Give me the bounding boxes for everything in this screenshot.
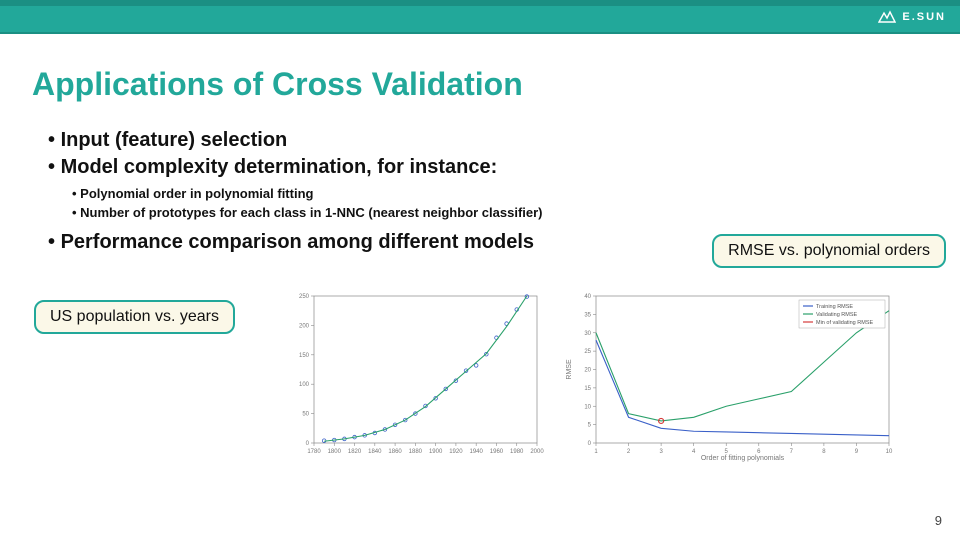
svg-text:1840: 1840 bbox=[368, 449, 382, 455]
mountain-icon bbox=[878, 10, 896, 24]
callout-text: RMSE vs. polynomial orders bbox=[728, 242, 930, 259]
callout-rmse: RMSE vs. polynomial orders bbox=[712, 234, 946, 268]
page-number: 9 bbox=[935, 513, 942, 528]
svg-text:1980: 1980 bbox=[510, 449, 524, 455]
svg-text:1900: 1900 bbox=[429, 449, 443, 455]
svg-text:1780: 1780 bbox=[307, 449, 321, 455]
svg-text:50: 50 bbox=[302, 411, 309, 417]
bullet-list-secondary: Polynomial order in polynomial fitting N… bbox=[72, 185, 960, 223]
header-bar: E.SUN bbox=[0, 0, 960, 34]
svg-text:0: 0 bbox=[588, 441, 592, 447]
svg-text:25: 25 bbox=[584, 349, 591, 355]
svg-text:200: 200 bbox=[299, 323, 310, 329]
svg-text:3: 3 bbox=[659, 449, 663, 455]
charts-row: RMSE vs. polynomial orders US population… bbox=[0, 278, 960, 478]
svg-text:4: 4 bbox=[692, 449, 696, 455]
bullet-sub-item: Polynomial order in polynomial fitting bbox=[72, 185, 960, 204]
svg-text:Min of validating RMSE: Min of validating RMSE bbox=[816, 320, 873, 326]
svg-text:250: 250 bbox=[299, 294, 310, 300]
svg-text:10: 10 bbox=[584, 404, 591, 410]
svg-text:1820: 1820 bbox=[348, 449, 362, 455]
svg-text:1860: 1860 bbox=[388, 449, 402, 455]
callout-text: US population vs. years bbox=[50, 308, 219, 325]
svg-text:2: 2 bbox=[627, 449, 631, 455]
svg-text:5: 5 bbox=[588, 422, 592, 428]
bullet-item: Input (feature) selection bbox=[48, 127, 960, 154]
bullet-item: Model complexity determination, for inst… bbox=[48, 154, 960, 181]
svg-text:30: 30 bbox=[584, 330, 591, 336]
svg-text:1800: 1800 bbox=[328, 449, 342, 455]
svg-text:Training RMSE: Training RMSE bbox=[816, 304, 853, 310]
svg-text:Validating RMSE: Validating RMSE bbox=[816, 312, 857, 318]
svg-text:1880: 1880 bbox=[409, 449, 423, 455]
brand-text: E.SUN bbox=[902, 11, 946, 23]
svg-text:9: 9 bbox=[855, 449, 859, 455]
svg-text:15: 15 bbox=[584, 386, 591, 392]
svg-text:10: 10 bbox=[886, 449, 893, 455]
svg-text:1940: 1940 bbox=[470, 449, 484, 455]
svg-text:35: 35 bbox=[584, 312, 591, 318]
callout-population: US population vs. years bbox=[34, 300, 235, 334]
brand-logo: E.SUN bbox=[878, 10, 946, 24]
bullet-list-primary: Input (feature) selection Model complexi… bbox=[48, 127, 960, 181]
svg-text:7: 7 bbox=[790, 449, 794, 455]
svg-text:150: 150 bbox=[299, 352, 310, 358]
svg-text:1920: 1920 bbox=[449, 449, 463, 455]
page-title: Applications of Cross Validation bbox=[32, 66, 960, 103]
svg-text:RMSE: RMSE bbox=[566, 359, 573, 380]
svg-text:1960: 1960 bbox=[490, 449, 504, 455]
chart-rmse: 123456789100510152025303540Order of fitt… bbox=[562, 288, 897, 463]
svg-text:20: 20 bbox=[584, 367, 591, 373]
chart-population: 1780 1800 1820 1840 1860 1880 1900 1920 1940 1960… bbox=[280, 288, 545, 463]
svg-text:40: 40 bbox=[584, 294, 591, 300]
svg-text:1: 1 bbox=[594, 449, 598, 455]
bullet-sub-item: Number of prototypes for each class in 1… bbox=[72, 204, 960, 223]
svg-text:2000: 2000 bbox=[530, 449, 544, 455]
svg-text:8: 8 bbox=[822, 449, 826, 455]
svg-text:Order of fitting polynomials: Order of fitting polynomials bbox=[701, 455, 785, 462]
svg-text:100: 100 bbox=[299, 382, 310, 388]
svg-text:0: 0 bbox=[306, 441, 310, 447]
